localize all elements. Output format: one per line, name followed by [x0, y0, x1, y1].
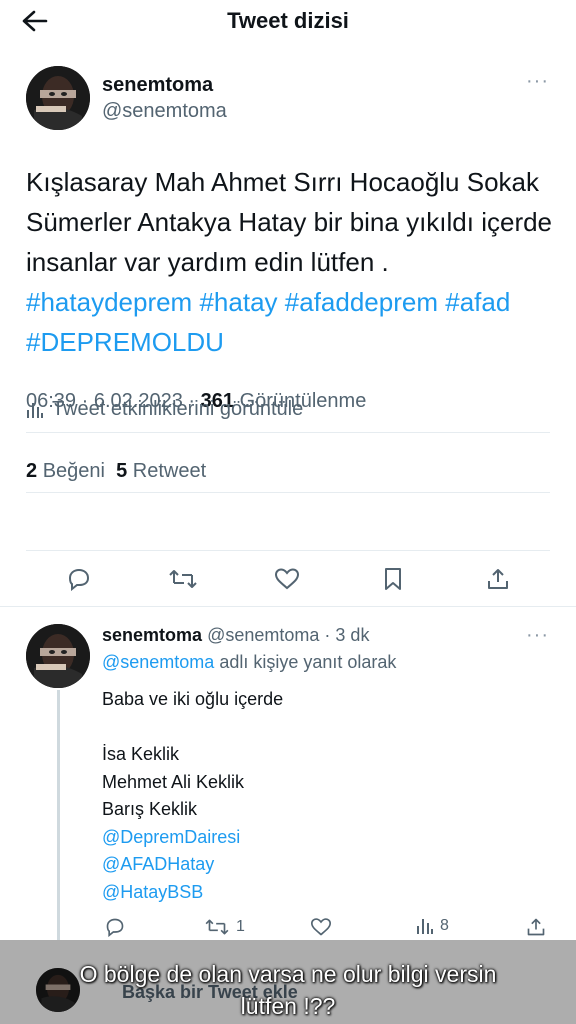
divider [26, 550, 550, 551]
divider [26, 492, 550, 493]
tweet-text: Kışlasaray Mah Ahmet Sırrı Hocaoğlu Soka… [26, 162, 556, 362]
text-line [102, 714, 283, 742]
retweet-icon [169, 570, 197, 588]
retweet-count: 1 [236, 918, 245, 935]
reply-button[interactable] [104, 917, 126, 937]
analytics-icon [27, 402, 43, 418]
views-button[interactable]: 8 [416, 917, 449, 935]
handle[interactable]: @senemtoma [207, 625, 319, 645]
mention-link[interactable]: @senemtoma [102, 652, 214, 672]
analytics-icon [417, 919, 433, 934]
avatar-image [26, 624, 90, 688]
tweet-body: Kışlasaray Mah Ahmet Sırrı Hocaoğlu Soka… [26, 167, 553, 277]
likes-count: 2 [26, 460, 38, 482]
text-line: Barış Keklik [102, 799, 198, 819]
more-options-button[interactable]: ··· [526, 71, 549, 91]
retweet-button[interactable]: 1 [204, 917, 245, 937]
share-icon [488, 569, 508, 589]
avatar[interactable] [26, 66, 90, 130]
text-line: Mehmet Ali Keklik [102, 771, 245, 792]
more-options-button[interactable]: ··· [526, 625, 549, 645]
replying-to-label: adlı kişiye yanıt olarak [219, 652, 397, 672]
reply-header: senemtoma @senemtoma · 3 dk [102, 624, 369, 646]
caption-line: lütfen !?? [240, 993, 336, 1019]
heart-icon [310, 918, 332, 936]
share-button[interactable] [526, 917, 546, 937]
reply-button[interactable] [66, 567, 92, 591]
hashtag-link[interactable]: #hatay [199, 287, 277, 317]
heart-icon [274, 568, 300, 590]
retweet-button[interactable] [168, 567, 198, 591]
bookmark-button[interactable] [382, 567, 404, 591]
tweet-age: 3 dk [335, 625, 370, 645]
hashtag-link[interactable]: #afad [445, 287, 510, 317]
replying-to: @senemtoma adlı kişiye yanıt olarak [102, 652, 396, 673]
retweet-icon [205, 919, 229, 935]
retweets-count: 5 [116, 460, 128, 482]
divider [26, 432, 550, 433]
retweets-label: Retweet [132, 460, 207, 482]
mention-link[interactable]: @HatayBSB [102, 879, 283, 907]
hashtag-link[interactable]: #hataydeprem [26, 287, 192, 317]
top-bar: Tweet dizisi [0, 0, 576, 44]
like-button[interactable] [274, 567, 300, 591]
text-line: Baba ve iki oğlu içerde [102, 689, 284, 709]
avatar[interactable] [26, 624, 90, 688]
engagement-stats: 2 Beğeni 5 Retweet [26, 460, 206, 483]
analytics-label: Tweet etkinliklerini görüntüle [52, 398, 304, 420]
view-count: 8 [440, 917, 449, 934]
separator: · [324, 625, 331, 645]
share-button[interactable] [486, 567, 510, 591]
mention-link[interactable]: @DepremDairesi [102, 824, 283, 852]
caption-line: O bölge de olan varsa ne olur bilgi vers… [79, 961, 497, 987]
handle[interactable]: @senemtoma [102, 98, 227, 124]
retweets-stat[interactable]: 5 Retweet [116, 460, 206, 482]
tweet-analytics-link[interactable]: Tweet etkinliklerini görüntüle [26, 398, 303, 421]
mention-link[interactable]: @AFADHatay [102, 851, 283, 879]
display-name[interactable]: senemtoma [102, 625, 202, 645]
likes-stat[interactable]: 2 Beğeni [26, 460, 105, 482]
reply-icon [106, 918, 124, 937]
display-name[interactable]: senemtoma [102, 72, 227, 98]
like-button[interactable] [310, 917, 332, 937]
avatar-image [26, 66, 90, 130]
reply-text: Baba ve iki oğlu içerde İsa Keklik Mehme… [102, 686, 283, 906]
reply-icon [68, 568, 90, 591]
overlay-caption: O bölge de olan varsa ne olur bilgi vers… [0, 958, 576, 1022]
section-divider [0, 606, 576, 607]
hashtag-link[interactable]: #afaddeprem [285, 287, 438, 317]
text-line: İsa Keklik [102, 744, 180, 764]
likes-label: Beğeni [42, 460, 105, 482]
share-icon [527, 918, 545, 936]
thread-line [57, 690, 60, 980]
hashtag-link[interactable]: #DEPREMOLDU [26, 327, 224, 357]
bookmark-icon [385, 568, 401, 590]
page-title: Tweet dizisi [227, 8, 349, 33]
